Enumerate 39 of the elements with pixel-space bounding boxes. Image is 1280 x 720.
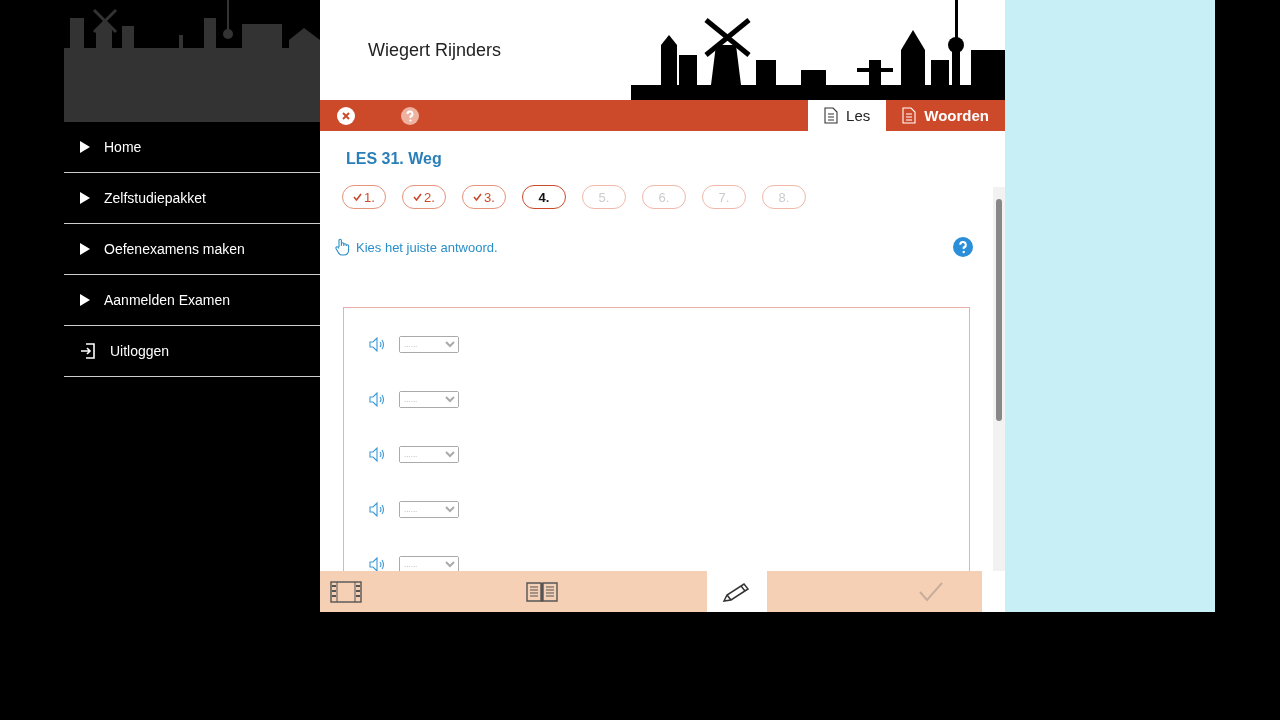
answer-dropdown[interactable]: ...... <box>399 556 459 571</box>
film-icon <box>330 580 362 603</box>
book-icon <box>526 580 558 603</box>
help-icon[interactable] <box>953 237 973 257</box>
speaker-icon[interactable] <box>369 502 386 517</box>
speaker-icon[interactable] <box>369 337 386 352</box>
check-icon <box>353 193 363 201</box>
tab[interactable]: Les <box>808 100 887 131</box>
instruction-text: Kies het juiste antwoord. <box>356 239 498 255</box>
check-icon <box>918 580 944 603</box>
scrollbar[interactable] <box>993 187 1005 571</box>
lesson-title: LES 31. Weg <box>346 150 443 168</box>
triangle-icon <box>80 192 90 204</box>
step-button[interactable]: 3. <box>462 185 506 209</box>
close-button[interactable] <box>337 106 355 125</box>
check-icon <box>413 193 423 201</box>
close-icon <box>337 106 355 125</box>
speaker-icon[interactable] <box>369 447 386 462</box>
help-icon <box>401 106 419 125</box>
answer-dropdown[interactable]: ...... <box>399 501 459 518</box>
pointing-hand-icon <box>334 238 352 256</box>
step-button[interactable]: 2. <box>402 185 446 209</box>
check-icon <box>473 193 483 201</box>
logout-icon <box>80 343 96 359</box>
triangle-icon <box>80 141 90 153</box>
answer-dropdown[interactable]: ...... <box>399 446 459 463</box>
answer-dropdown[interactable]: ...... <box>399 336 459 353</box>
user-name: Wiegert Rijnders <box>368 39 502 61</box>
step-button[interactable]: 1. <box>342 185 386 209</box>
step-button[interactable]: 4. <box>522 185 566 209</box>
triangle-icon <box>80 294 90 306</box>
help-button[interactable] <box>401 106 419 125</box>
triangle-icon <box>80 243 90 255</box>
answer-dropdown[interactable]: ...... <box>399 391 459 408</box>
speaker-icon[interactable] <box>369 557 386 571</box>
document-icon <box>824 107 839 124</box>
speaker-icon[interactable] <box>369 392 386 407</box>
document-icon <box>902 107 917 124</box>
pencil-icon <box>722 580 752 603</box>
